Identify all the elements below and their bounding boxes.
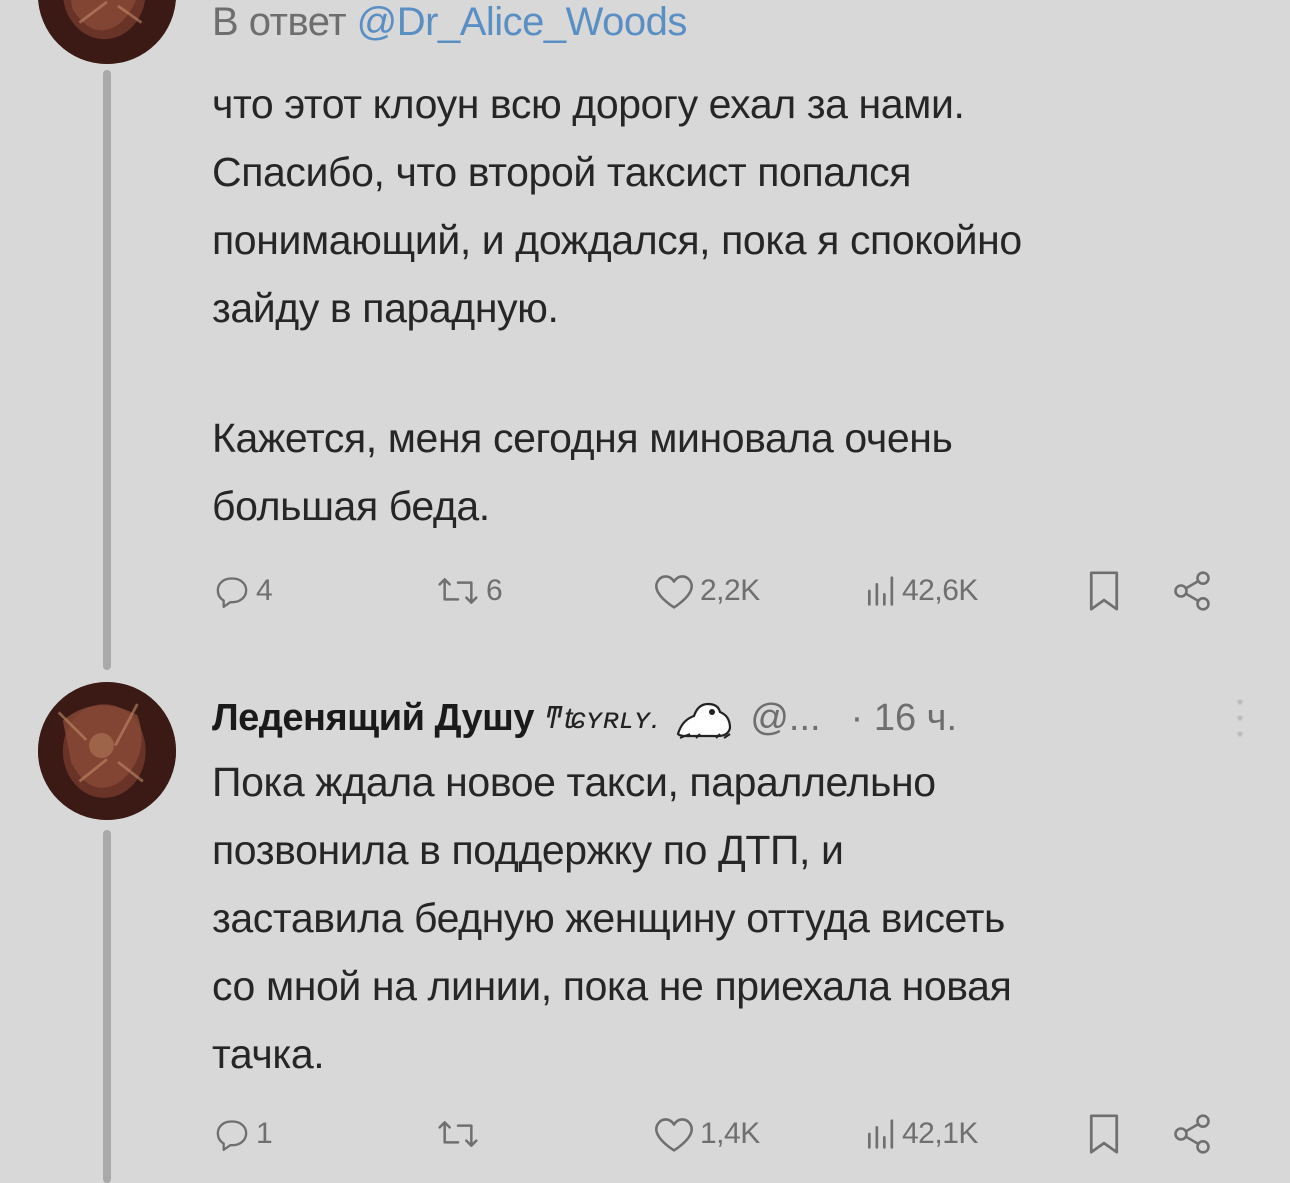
like-icon [655,575,693,609]
bookmark-button[interactable] [1084,1110,1124,1158]
views-count: 42,6K [902,574,978,607]
reply-mention-link[interactable]: @Dr_Alice_Woods [357,0,688,44]
reply-button[interactable]: 4 [212,567,273,615]
tweet-text: что этот клоун всю дорогу ехал за нами. … [212,70,1262,342]
thread-line-top [103,70,111,670]
bookmark-button[interactable] [1084,567,1124,615]
author-name[interactable]: Леденящий Душу [212,697,535,740]
views-icon [868,576,894,606]
share-button[interactable] [1170,1110,1214,1158]
retweet-button[interactable]: 6 [434,567,503,615]
views-icon [868,1119,894,1149]
tweet-time[interactable]: · 16 ч. [851,697,957,740]
tweet-actions: 1 1,4K 42,1K [212,1110,1222,1158]
retweet-icon [438,1121,478,1147]
tweet-text: Пока ждала новое такси, параллельно позв… [212,748,1262,1088]
reply-icon [216,1120,248,1151]
retweet-button[interactable] [434,1110,486,1158]
tweet-paragraph: что этот клоун всю дорогу ехал за нами. … [212,81,1022,331]
reply-count: 1 [256,1117,273,1150]
tweet-header: Леденящий Душу ͳʨʏʀʟʏ. @... · 16 ч. [212,690,1252,746]
like-count: 2,2K [700,574,760,607]
views-button[interactable]: 42,1K [864,1110,978,1158]
like-icon [655,1118,693,1152]
avatar[interactable] [38,682,176,820]
more-icon[interactable] [1236,696,1244,740]
share-button[interactable] [1170,567,1214,615]
reply-count: 4 [256,574,273,607]
author-handle[interactable]: @... [750,697,820,740]
tweet-paragraph: Кажется, меня сегодня миновала очень бол… [212,415,953,529]
reply-icon [216,577,248,608]
share-icon [1174,1114,1210,1154]
retweet-icon [438,578,478,604]
reply-to-line: В ответ @Dr_Alice_Woods [212,0,687,45]
thread-line-bottom [103,830,111,1183]
like-button[interactable]: 2,2K [652,567,760,615]
reply-button[interactable]: 1 [212,1110,273,1158]
bookmark-icon [1089,571,1119,611]
reply-prefix: В ответ [212,0,357,44]
views-button[interactable]: 42,6K [864,567,978,615]
views-count: 42,1K [902,1117,978,1150]
frog-emoji-icon [672,694,736,742]
like-count: 1,4K [700,1117,760,1150]
tweet-text: Кажется, меня сегодня миновала очень бол… [212,404,1262,540]
tweet-paragraph: Пока ждала новое такси, параллельно позв… [212,759,1012,1077]
author-name-decoration: ͳʨʏʀʟʏ. [544,701,661,735]
tweet-actions: 4 6 2,2K 42,6K [212,567,1222,615]
share-icon [1174,571,1210,611]
retweet-count: 6 [486,574,503,607]
avatar[interactable] [38,0,176,64]
bookmark-icon [1089,1114,1119,1154]
like-button[interactable]: 1,4K [652,1110,760,1158]
